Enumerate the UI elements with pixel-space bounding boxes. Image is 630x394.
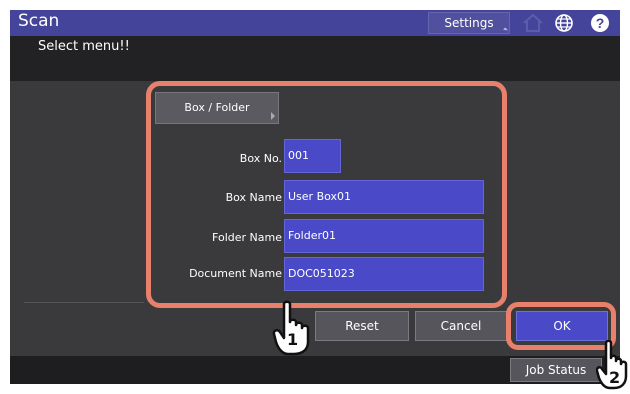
cancel-button[interactable]: Cancel xyxy=(415,311,507,341)
callout-number-2: 2 xyxy=(609,368,621,387)
box-no-field[interactable]: 001 xyxy=(284,139,341,173)
document-name-label: Document Name xyxy=(189,267,282,280)
box-name-label: Box Name xyxy=(225,191,282,204)
globe-icon[interactable] xyxy=(554,13,574,33)
job-status-button[interactable]: Job Status xyxy=(510,358,602,382)
box-name-field[interactable]: User Box01 xyxy=(284,180,484,214)
help-icon[interactable]: ? xyxy=(590,13,610,33)
divider xyxy=(24,302,144,303)
folder-name-field[interactable]: Folder01 xyxy=(284,219,484,253)
folder-name-label: Folder Name xyxy=(212,231,282,244)
home-icon[interactable] xyxy=(522,13,544,33)
message-text: Select menu!! xyxy=(38,39,130,54)
screen-title: Scan xyxy=(18,11,60,31)
box-no-label: Box No. xyxy=(239,152,282,165)
box-folder-button[interactable]: Box / Folder xyxy=(155,92,279,124)
ok-button[interactable]: OK xyxy=(516,311,608,341)
reset-button[interactable]: Reset xyxy=(315,311,409,341)
box-folder-label: Box / Folder xyxy=(184,101,250,114)
corner-triangle-icon xyxy=(271,112,275,120)
corner-triangle-icon xyxy=(503,27,508,33)
document-name-field[interactable]: DOC051023 xyxy=(284,257,484,291)
svg-text:?: ? xyxy=(596,15,605,31)
callout-number-1: 1 xyxy=(287,330,299,349)
message-bar: Select menu!! xyxy=(10,36,620,81)
title-bar: Scan Settings ? xyxy=(10,10,620,36)
settings-button[interactable]: Settings xyxy=(428,12,510,34)
settings-label: Settings xyxy=(444,16,494,30)
